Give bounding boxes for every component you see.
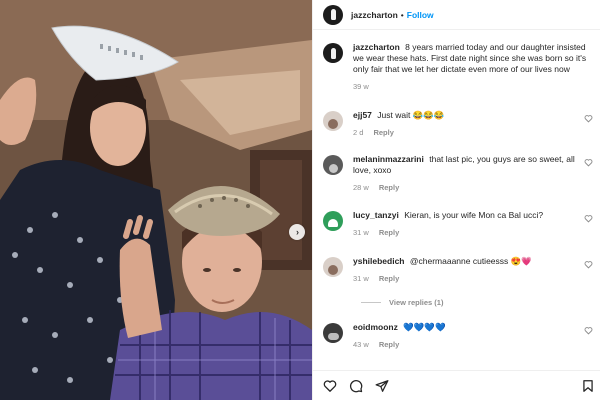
comment-text: ejj57 Just wait 😂😂😂 (353, 110, 593, 121)
comment-body: yshilebedich @chermaaanne cutieesss 😍💗 3… (353, 256, 593, 283)
comment-text: eoidmoonz 💙💙💙💙 (353, 322, 593, 333)
like-comment-heart-icon[interactable] (584, 158, 593, 167)
like-button[interactable] (323, 379, 337, 393)
comment-meta: 28 w Reply (353, 183, 593, 192)
comment-text: lucy_tanzyi Kieran, is your wife Mon ca … (353, 210, 593, 221)
comment-timestamp[interactable]: 28 w (353, 183, 369, 192)
comment-username[interactable]: lucy_tanzyi (353, 210, 399, 220)
instagram-post-view: › jazzcharton • Follow jazzcharton 8 yea… (0, 0, 600, 400)
view-replies-line (361, 302, 381, 303)
share-button[interactable] (375, 379, 389, 393)
comment-content: Kieran, is your wife Mon ca Bal ucci? (404, 210, 544, 220)
comment-body: ejj57 Just wait 😂😂😂 2 d Reply (353, 110, 593, 137)
post-header: jazzcharton • Follow (313, 0, 600, 30)
post-action-bar (313, 370, 600, 400)
comment-item: lucy_tanzyi Kieran, is your wife Mon ca … (323, 210, 593, 237)
comment-username[interactable]: melaninmazzarini (353, 154, 424, 164)
comment-item: ejj57 Just wait 😂😂😂 2 d Reply (323, 110, 593, 137)
reply-button[interactable]: Reply (379, 183, 399, 192)
like-comment-heart-icon[interactable] (584, 214, 593, 223)
comment-content: @chermaaanne cutieesss 😍💗 (409, 256, 532, 266)
bookmark-icon (583, 379, 593, 392)
comment-username[interactable]: yshilebedich (353, 256, 405, 266)
comment-body: melaninmazzarini that last pic, you guys… (353, 154, 593, 192)
commenter-avatar[interactable] (323, 211, 343, 231)
heart-icon (323, 379, 337, 392)
reply-button[interactable]: Reply (379, 340, 399, 349)
caption-text: jazzcharton 8 years married today and ou… (353, 42, 593, 75)
share-icon (375, 379, 389, 392)
save-button[interactable] (581, 379, 595, 393)
comment-item: yshilebedich @chermaaanne cutieesss 😍💗 3… (323, 256, 593, 283)
comment-text: yshilebedich @chermaaanne cutieesss 😍💗 (353, 256, 593, 267)
comment-timestamp[interactable]: 2 d (353, 128, 363, 137)
comment-meta: 31 w Reply (353, 274, 593, 283)
follow-button[interactable]: Follow (407, 10, 434, 20)
commenter-avatar[interactable] (323, 323, 343, 343)
comment-body: eoidmoonz 💙💙💙💙 43 w Reply (353, 322, 593, 349)
comment-icon (349, 379, 363, 392)
author-avatar[interactable] (323, 4, 343, 25)
reply-button[interactable]: Reply (373, 128, 393, 137)
post-photo[interactable]: › (0, 0, 312, 400)
caption-body: jazzcharton 8 years married today and ou… (353, 42, 593, 91)
comment-username[interactable]: ejj57 (353, 110, 372, 120)
comment-text: melaninmazzarini that last pic, you guys… (353, 154, 593, 176)
comment-content: 💙💙💙💙 (403, 322, 446, 332)
caption-timestamp[interactable]: 39 w (353, 82, 369, 91)
comment-timestamp[interactable]: 31 w (353, 228, 369, 237)
comment-content: Just wait 😂😂😂 (377, 110, 445, 120)
caption-meta: 39 w (353, 82, 593, 91)
comment-body: lucy_tanzyi Kieran, is your wife Mon ca … (353, 210, 593, 237)
comment-item: melaninmazzarini that last pic, you guys… (323, 154, 593, 192)
author-username[interactable]: jazzcharton (351, 10, 398, 20)
like-comment-heart-icon[interactable] (584, 260, 593, 269)
comment-meta: 43 w Reply (353, 340, 593, 349)
header-separator: • (400, 9, 404, 20)
comment-button[interactable] (349, 379, 363, 393)
commenter-avatar[interactable] (323, 257, 343, 277)
comments-list[interactable]: jazzcharton 8 years married today and ou… (313, 30, 600, 370)
post-details-panel: jazzcharton • Follow jazzcharton 8 years… (312, 0, 600, 400)
chevron-right-icon: › (296, 226, 299, 237)
reply-button[interactable]: Reply (379, 228, 399, 237)
view-replies-button[interactable]: View replies (1) (361, 298, 443, 307)
like-comment-heart-icon[interactable] (584, 114, 593, 123)
commenter-avatar[interactable] (323, 155, 343, 175)
view-replies-label: View replies (1) (389, 298, 444, 307)
caption-username[interactable]: jazzcharton (353, 42, 400, 52)
comment-timestamp[interactable]: 31 w (353, 274, 369, 283)
photo-illustration (0, 0, 312, 400)
comment-meta: 31 w Reply (353, 228, 593, 237)
carousel-next-button[interactable]: › (289, 224, 305, 240)
commenter-avatar[interactable] (323, 111, 343, 131)
reply-button[interactable]: Reply (379, 274, 399, 283)
like-comment-heart-icon[interactable] (584, 326, 593, 335)
author-avatar[interactable] (323, 43, 343, 63)
comment-username[interactable]: eoidmoonz (353, 322, 398, 332)
comment-meta: 2 d Reply (353, 128, 593, 137)
comment-item: eoidmoonz 💙💙💙💙 43 w Reply (323, 322, 593, 349)
caption: jazzcharton 8 years married today and ou… (323, 42, 593, 91)
comment-timestamp[interactable]: 43 w (353, 340, 369, 349)
